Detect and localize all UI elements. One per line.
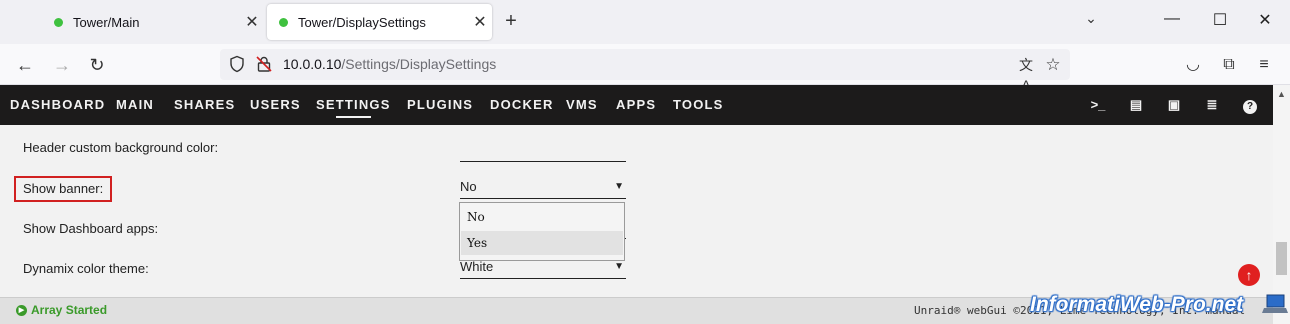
tab-tower-display-settings[interactable]: Tower/DisplaySettings ✕ [267, 4, 492, 40]
window-close-icon[interactable]: ✕ [1253, 10, 1277, 34]
terminal-icon[interactable]: >_ [1088, 95, 1108, 115]
watermark-text: InformatiWeb-Pro.net [1030, 293, 1244, 316]
bookmark-star-icon[interactable]: ☆ [1042, 54, 1064, 76]
shield-icon[interactable] [228, 55, 246, 73]
color-theme-label: Dynamix color theme: [23, 261, 149, 276]
help-icon[interactable]: ? [1240, 95, 1260, 115]
browser-tab-strip: Tower/Main ✕ Tower/DisplaySettings ✕ + ⌄… [0, 0, 1290, 44]
scroll-up-arrow-icon[interactable]: ▲ [1273, 89, 1290, 99]
feedback-icon[interactable]: ▤ [1126, 95, 1146, 115]
laptop-logo-icon [1262, 294, 1288, 313]
dropdown-caret-icon: ▼ [614, 181, 624, 192]
color-theme-selected-value: White [460, 259, 494, 274]
close-icon[interactable]: ✕ [468, 12, 492, 32]
menu-item-docker[interactable]: DOCKER [490, 85, 554, 125]
array-status: ▶ Array Started [16, 303, 107, 317]
list-all-tabs-chevron-icon[interactable]: ⌄ [1080, 10, 1102, 27]
menu-item-plugins[interactable]: PLUGINS [407, 85, 473, 125]
menu-item-settings[interactable]: SETTINGS [316, 85, 391, 125]
menu-item-dashboard[interactable]: DASHBOARD [10, 85, 105, 125]
dropdown-option-yes[interactable]: Yes [461, 231, 623, 255]
monitor-icon[interactable]: ▣ [1164, 95, 1184, 115]
maximize-icon[interactable]: ☐ [1208, 10, 1232, 34]
new-tab-plus-icon[interactable]: + [500, 10, 522, 33]
menu-item-users[interactable]: USERS [250, 85, 301, 125]
display-settings-form: Header custom background color: Show ban… [0, 125, 1273, 297]
show-banner-select[interactable]: No ▼ [460, 177, 626, 199]
play-icon: ▶ [16, 304, 27, 316]
show-dashboard-apps-label: Show Dashboard apps: [23, 221, 159, 236]
dropdown-option-no[interactable]: No [461, 205, 623, 229]
back-arrow-icon[interactable]: ← [13, 53, 37, 77]
tab-title: Tower/Main [73, 14, 140, 30]
show-banner-dropdown-list: No Yes [459, 202, 625, 261]
translate-icon[interactable]: 文A [1016, 55, 1036, 93]
menu-item-tools[interactable]: TOOLS [673, 85, 724, 125]
url-host: 10.0.0.10 [283, 56, 342, 72]
url-text[interactable]: 10.0.0.10/Settings/DisplaySettings [283, 56, 496, 72]
extensions-icon[interactable]: ⧉ [1217, 53, 1241, 77]
hamburger-menu-icon[interactable]: ≡ [1252, 53, 1276, 77]
insecure-lock-icon[interactable] [255, 55, 273, 73]
log-icon[interactable]: ≣ [1202, 95, 1222, 115]
tab-status-dot-icon [54, 17, 63, 27]
array-status-text: Array Started [31, 303, 108, 317]
tab-tower-main[interactable]: Tower/Main ✕ [42, 4, 264, 40]
header-bg-color-label: Header custom background color: [23, 140, 219, 155]
reload-icon[interactable]: ↻ [85, 53, 109, 77]
minimize-icon[interactable]: — [1160, 10, 1184, 34]
unraid-main-menu: DASHBOARD MAIN SHARES USERS SETTINGS PLU… [0, 85, 1273, 125]
tab-status-dot-icon [279, 17, 288, 27]
url-path: /Settings/DisplaySettings [341, 56, 497, 72]
header-bg-color-input[interactable] [460, 140, 626, 162]
menu-item-main[interactable]: MAIN [116, 85, 154, 125]
menu-item-vms[interactable]: VMS [566, 85, 598, 125]
page-scrollbar[interactable]: ▲ [1273, 85, 1290, 324]
scroll-to-top-arrow-icon[interactable]: ↑ [1238, 264, 1260, 286]
menu-item-apps[interactable]: APPS [616, 85, 656, 125]
close-icon[interactable]: ✕ [240, 12, 264, 32]
menu-item-shares[interactable]: SHARES [174, 85, 235, 125]
tab-title: Tower/DisplaySettings [298, 14, 426, 30]
show-banner-label: Show banner: [23, 181, 104, 196]
browser-nav-bar: ← → ↻ 10.0.0.10/Settings/DisplaySettings… [0, 44, 1290, 93]
scrollbar-thumb[interactable] [1276, 242, 1287, 275]
pocket-icon[interactable]: ◡ [1181, 53, 1205, 77]
forward-arrow-icon[interactable]: → [50, 53, 74, 77]
show-banner-selected-value: No [460, 179, 477, 194]
address-bar[interactable]: 10.0.0.10/Settings/DisplaySettings 文A ☆ [220, 49, 1070, 93]
